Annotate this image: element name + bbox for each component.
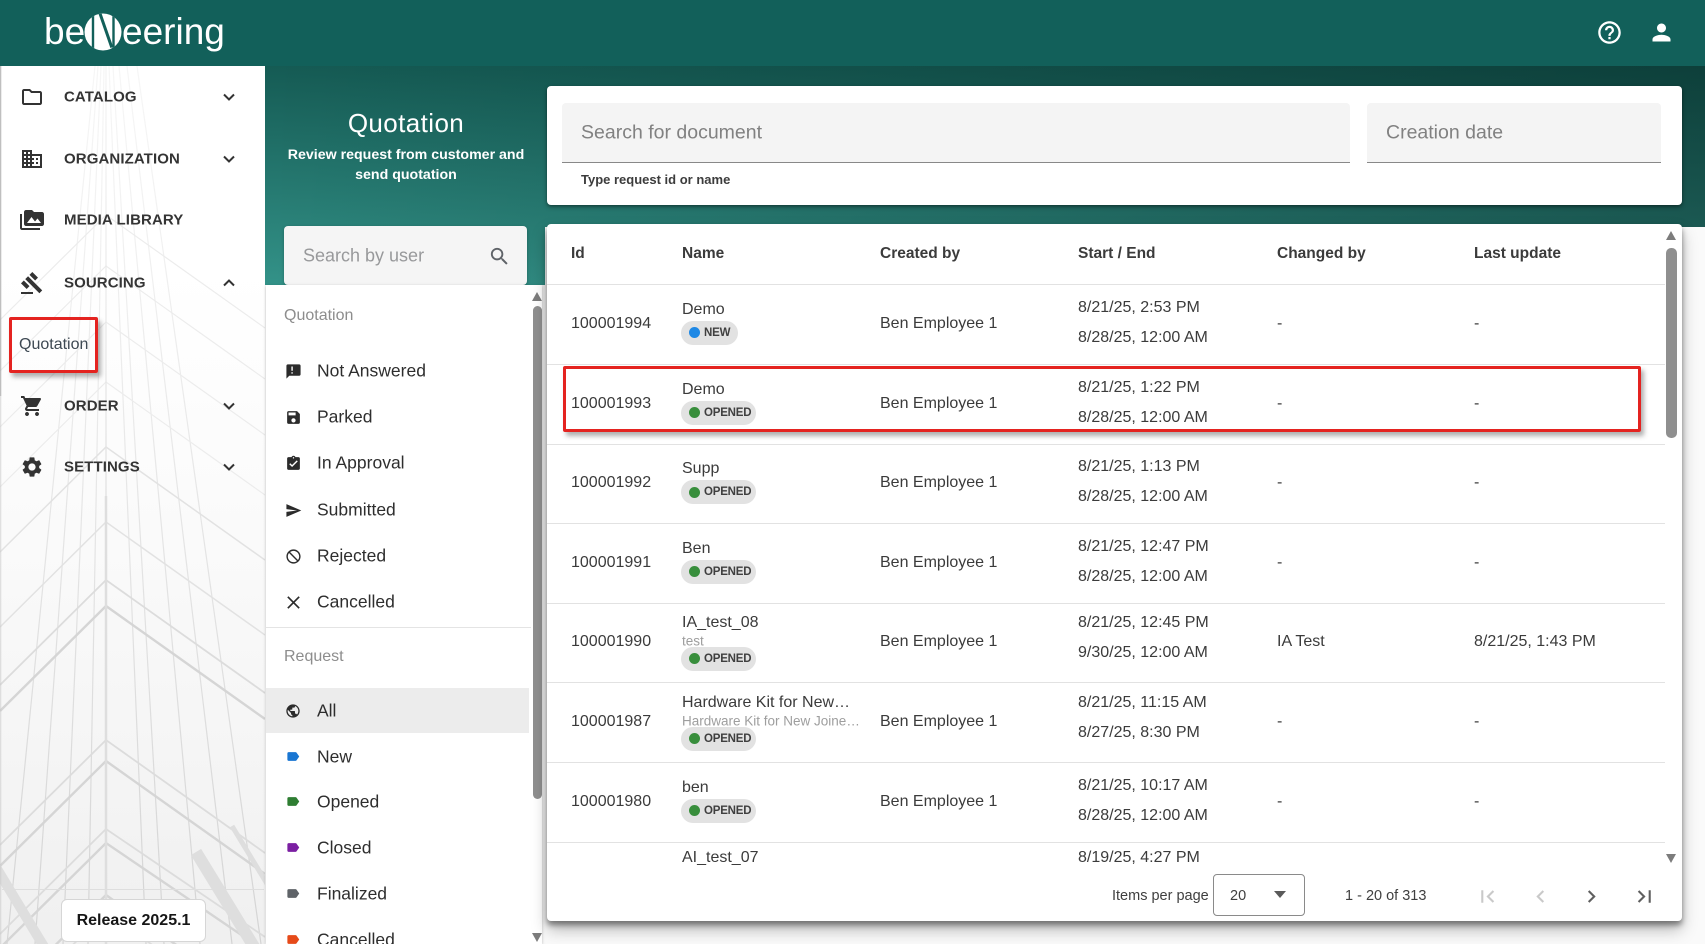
svg-text:eering: eering — [122, 11, 225, 52]
svg-text:be: be — [44, 11, 85, 52]
